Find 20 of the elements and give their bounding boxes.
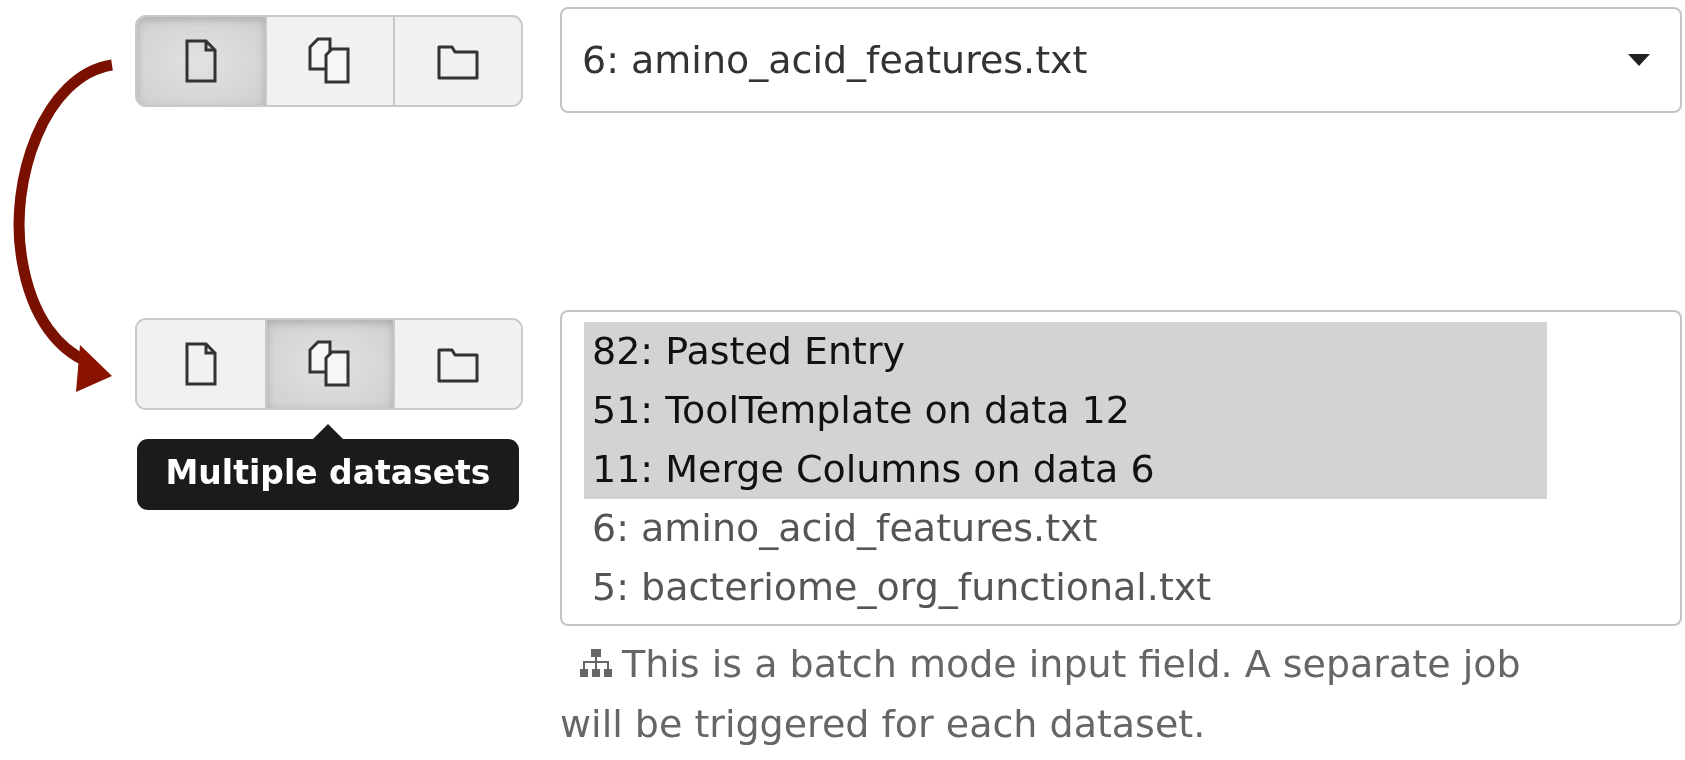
mode-button[interactable] bbox=[265, 320, 393, 408]
mode-button[interactable] bbox=[393, 320, 521, 408]
tooltip: Multiple datasets bbox=[137, 424, 519, 510]
dataset-option[interactable]: 51: ToolTemplate on data 12 bbox=[584, 381, 1547, 440]
dataset-list[interactable]: 82: Pasted Entry 51: ToolTemplate on data 12 11: Merge Columns on data 6 6: amino_acid_features.txt 5: bacteriome_org_functional.txt bbox=[560, 310, 1682, 626]
help-text: This is a batch mode input field. A separate job will be triggered for each dataset. bbox=[560, 641, 1522, 748]
files-icon bbox=[307, 340, 353, 388]
sitemap-icon bbox=[580, 649, 612, 679]
dataset-option[interactable]: 11: Merge Columns on data 6 bbox=[584, 440, 1547, 499]
dataset-select[interactable]: 6: amino_acid_features.txt bbox=[560, 7, 1682, 113]
file-icon bbox=[184, 341, 218, 387]
files-icon bbox=[307, 37, 353, 85]
caret-icon bbox=[1628, 54, 1650, 66]
dataset-option[interactable]: 5: bacteriome_org_functional.txt bbox=[584, 558, 1547, 617]
mode-button[interactable] bbox=[393, 17, 521, 105]
mode-button[interactable] bbox=[137, 17, 265, 105]
tooltip-pointer-icon bbox=[313, 424, 343, 439]
file-icon bbox=[184, 38, 218, 84]
dataset-option[interactable]: 82: Pasted Entry bbox=[584, 322, 1547, 381]
dataset-option[interactable]: 6: amino_acid_features.txt bbox=[584, 499, 1547, 558]
